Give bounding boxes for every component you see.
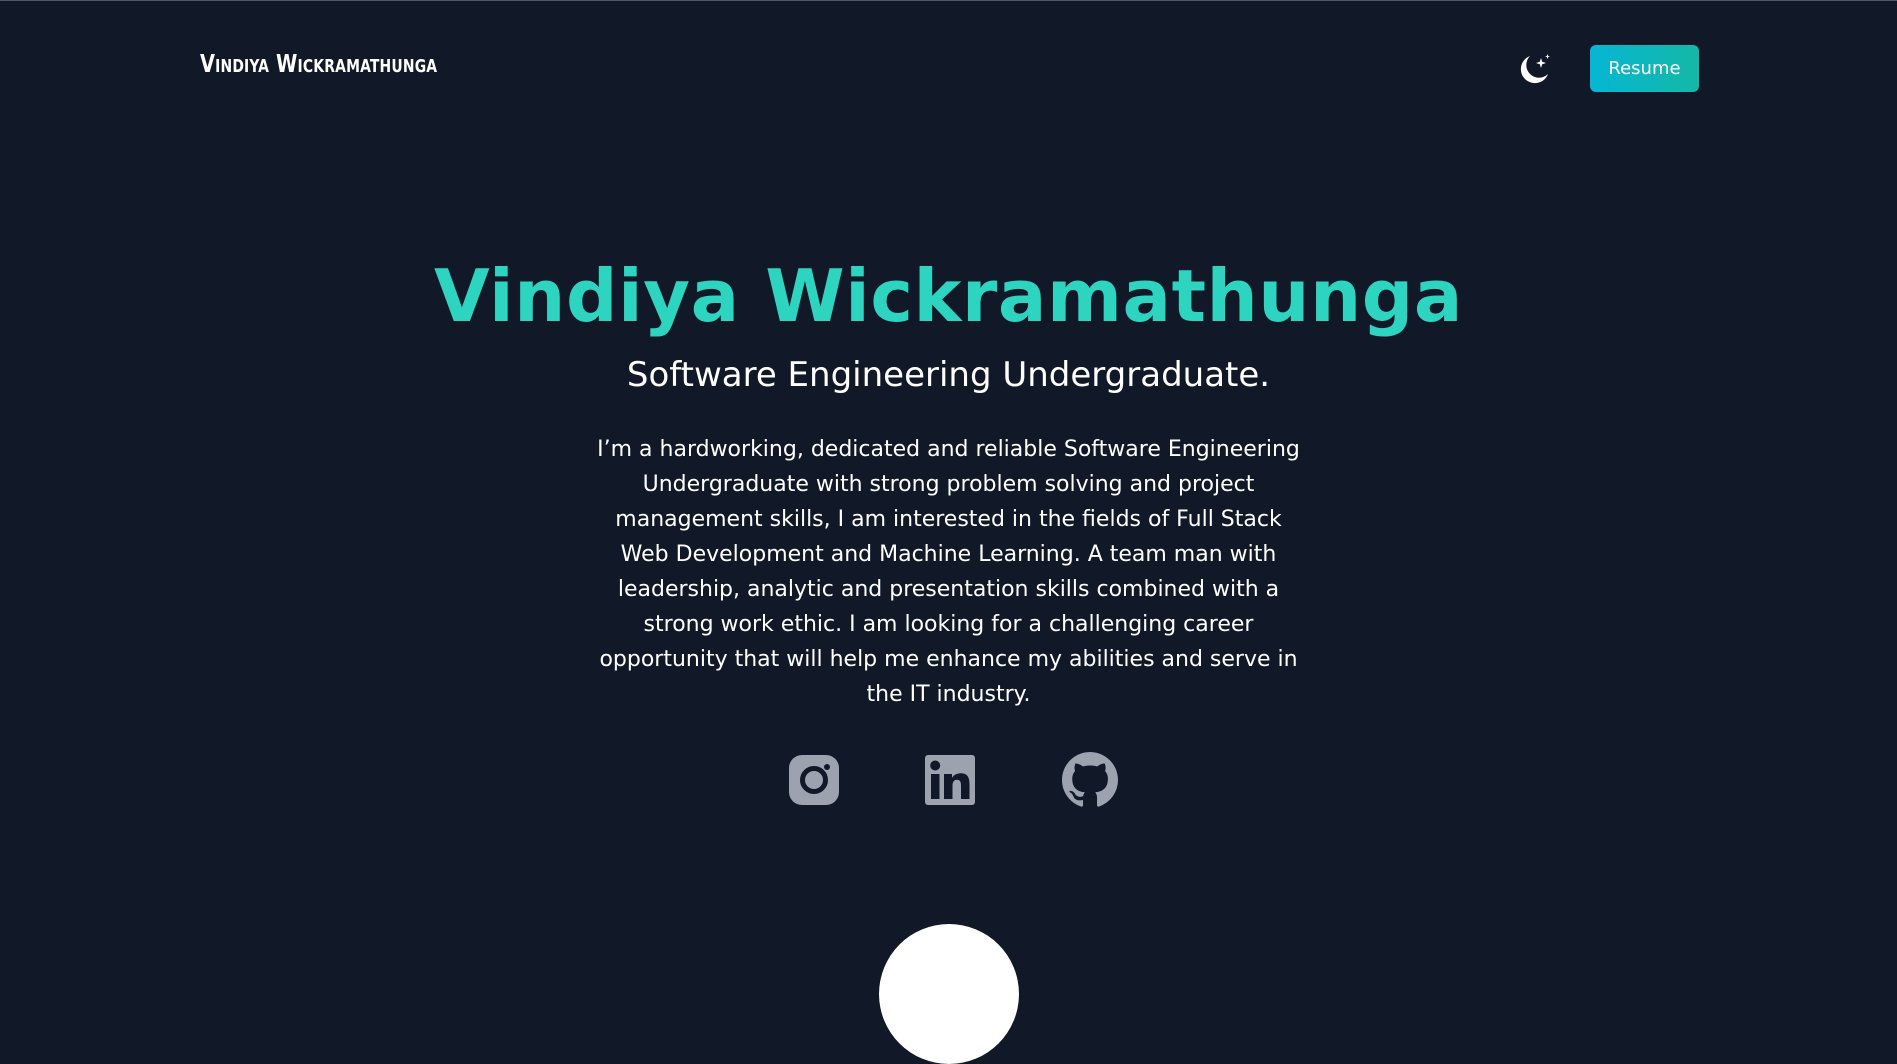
- social-links: [0, 752, 1897, 808]
- instagram-link[interactable]: [786, 752, 842, 808]
- instagram-icon: [789, 755, 839, 805]
- hero-name: Vindiya Wickramathunga: [434, 254, 1463, 338]
- hero-role: Software Engineering Undergraduate.: [626, 355, 1271, 395]
- brand-logo[interactable]: Vindiya Wickramathunga: [200, 49, 437, 78]
- github-icon: [1062, 752, 1118, 807]
- linkedin-link[interactable]: [922, 752, 978, 808]
- profile-avatar: [879, 924, 1019, 1064]
- hero-bio: I’m a hardworking, dedicated and reliabl…: [597, 437, 1300, 707]
- resume-button[interactable]: Resume: [1590, 45, 1699, 92]
- theme-toggle-button[interactable]: [1514, 50, 1554, 90]
- github-link[interactable]: [1062, 752, 1118, 808]
- linkedin-icon: [925, 755, 975, 805]
- moon-stars-icon: [1520, 54, 1550, 84]
- navbar: Vindiya Wickramathunga Resume: [0, 0, 1897, 140]
